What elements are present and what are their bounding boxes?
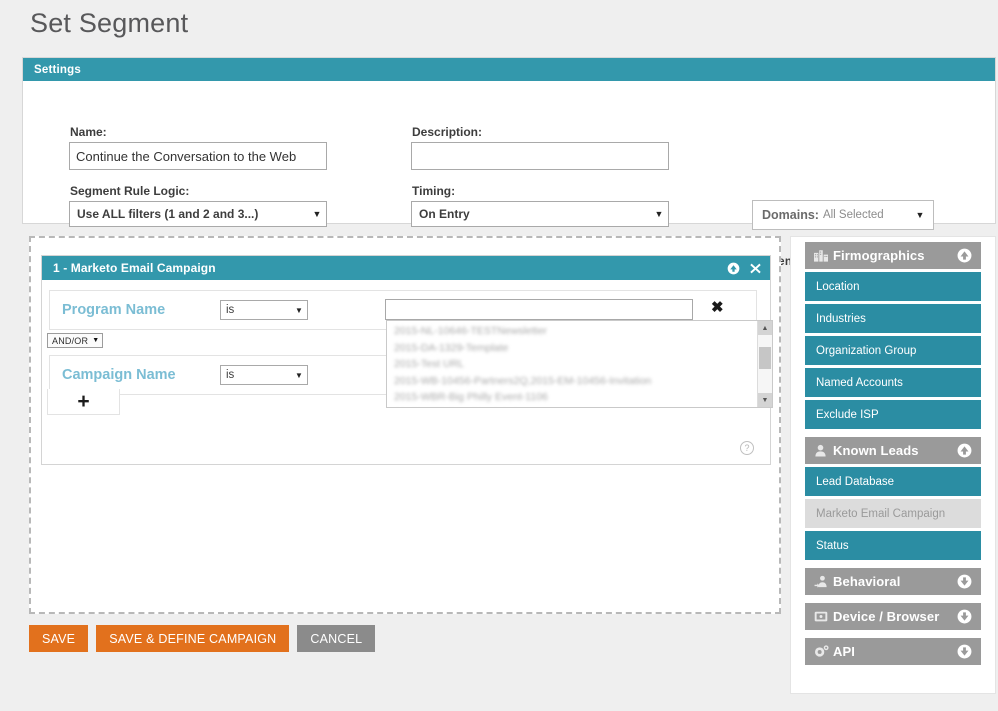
sidebar-section-api[interactable]: API — [805, 638, 981, 665]
rule-attribute-label[interactable]: Campaign Name — [50, 367, 210, 383]
domains-value: All Selected — [819, 209, 907, 221]
sidebar-item-marketo-email-campaign: Marketo Email Campaign — [805, 499, 981, 528]
name-label: Name: — [70, 125, 107, 139]
sidebar-item-label: Lead Database — [816, 476, 894, 488]
scroll-down-icon[interactable]: ▼ — [758, 393, 772, 407]
filter-card-header: 1 - Marketo Email Campaign — [42, 256, 770, 280]
filter-category-sidebar: Firmographics Location Industries Organi… — [790, 236, 996, 694]
circle-up-arrow-icon[interactable] — [727, 262, 740, 275]
rule-operator-select[interactable]: is ▼ — [220, 365, 308, 385]
gear-icon — [814, 645, 833, 658]
list-item[interactable]: 2015-Test URL — [387, 356, 757, 373]
timing-select[interactable]: On Entry ▼ — [411, 201, 669, 227]
domains-select[interactable]: Domains: All Selected ▼ — [752, 200, 934, 230]
expand-down-icon[interactable] — [956, 609, 972, 624]
sidebar-item-label: Industries — [816, 313, 866, 325]
segment-rule-logic-value: Use ALL filters (1 and 2 and 3...) — [70, 207, 308, 221]
expand-down-icon[interactable] — [956, 644, 972, 659]
sidebar-item-lead-database[interactable]: Lead Database — [805, 467, 981, 496]
person-move-icon — [814, 575, 833, 588]
chevron-down-icon: ▼ — [291, 371, 307, 380]
set-segment-page: Set Segment Settings Name: Description: … — [0, 0, 998, 711]
list-item[interactable]: 2015-DA-1329-Template — [387, 340, 757, 357]
monitor-icon — [814, 610, 833, 623]
rule-value-input[interactable] — [385, 299, 693, 320]
sidebar-section-label: Firmographics — [833, 248, 956, 263]
sidebar-section-label: API — [833, 644, 956, 659]
person-icon — [814, 444, 833, 457]
help-circle-icon[interactable]: ? — [740, 441, 754, 455]
sidebar-section-firmographics[interactable]: Firmographics — [805, 242, 981, 269]
sidebar-item-label: Named Accounts — [816, 377, 903, 389]
description-textarea[interactable] — [411, 142, 669, 170]
scrollbar-thumb[interactable] — [759, 347, 771, 369]
rule-operator-select[interactable]: is ▼ — [220, 300, 308, 320]
andor-select[interactable]: AND/OR ▼ — [47, 333, 103, 348]
cancel-button[interactable]: CANCEL — [297, 625, 375, 652]
segment-rule-logic-label: Segment Rule Logic: — [70, 184, 189, 198]
sidebar-item-status[interactable]: Status — [805, 531, 981, 560]
sidebar-section-behavioral[interactable]: Behavioral — [805, 568, 981, 595]
close-icon[interactable] — [749, 262, 762, 275]
add-filter-button[interactable]: + — [47, 389, 120, 415]
autocomplete-scrollbar[interactable]: ▲ ▼ — [757, 321, 772, 407]
autocomplete-dropdown[interactable]: 2015-NL-10646-TESTNewsletter 2015-DA-132… — [386, 320, 773, 408]
chevron-down-icon: ▼ — [907, 211, 933, 220]
settings-panel: Settings Name: Description: Segment Rule… — [22, 57, 996, 224]
list-item[interactable]: 2015-WBR-Bus Check-in box — [387, 406, 757, 409]
sidebar-section-label: Device / Browser — [833, 609, 956, 624]
timing-label: Timing: — [412, 184, 455, 198]
chevron-down-icon: ▼ — [92, 337, 99, 344]
timing-value: On Entry — [412, 207, 650, 221]
sidebar-groups: Firmographics Location Industries Organi… — [805, 242, 981, 665]
sidebar-item-label: Exclude ISP — [816, 409, 879, 421]
clear-value-icon[interactable]: ✖ — [711, 300, 724, 315]
collapse-up-icon[interactable] — [956, 443, 972, 458]
page-title: Set Segment — [30, 8, 188, 39]
sidebar-item-organization-group[interactable]: Organization Group — [805, 336, 981, 365]
autocomplete-items: 2015-NL-10646-TESTNewsletter 2015-DA-132… — [387, 321, 757, 407]
name-input[interactable] — [69, 142, 327, 170]
segment-rule-logic-select[interactable]: Use ALL filters (1 and 2 and 3...) ▼ — [69, 201, 327, 227]
rule-attribute-label[interactable]: Program Name — [50, 302, 210, 318]
sidebar-section-label: Known Leads — [833, 443, 956, 458]
building-icon — [814, 249, 833, 262]
rule-operator-value: is — [221, 304, 291, 316]
description-label: Description: — [412, 125, 482, 139]
expand-down-icon[interactable] — [956, 574, 972, 589]
list-item[interactable]: 2015-WBR-Big Philly Event-1106 — [387, 389, 757, 406]
sidebar-item-label: Status — [816, 540, 849, 552]
sidebar-item-label: Organization Group — [816, 345, 916, 357]
list-item[interactable]: 2015-NL-10646-TESTNewsletter — [387, 323, 757, 340]
action-button-row: SAVE SAVE & DEFINE CAMPAIGN CANCEL — [29, 625, 375, 652]
sidebar-item-label: Location — [816, 281, 859, 293]
domains-label: Domains: — [753, 208, 819, 222]
save-define-campaign-button[interactable]: SAVE & DEFINE CAMPAIGN — [96, 625, 289, 652]
sidebar-item-named-accounts[interactable]: Named Accounts — [805, 368, 981, 397]
list-item[interactable]: 2015-WB-10456-Partners2Q,2015-EM-10456-I… — [387, 373, 757, 390]
chevron-down-icon: ▼ — [291, 306, 307, 315]
sidebar-section-label: Behavioral — [833, 574, 956, 589]
settings-body: Name: Description: Segment Rule Logic: U… — [23, 81, 995, 224]
settings-header-label: Settings — [34, 64, 81, 76]
chevron-down-icon: ▼ — [650, 210, 668, 219]
sidebar-item-label: Marketo Email Campaign — [816, 508, 945, 520]
sidebar-section-known-leads[interactable]: Known Leads — [805, 437, 981, 464]
save-button[interactable]: SAVE — [29, 625, 88, 652]
filter-card-title: 1 - Marketo Email Campaign — [53, 261, 718, 275]
andor-label: AND/OR — [52, 336, 88, 346]
sidebar-section-device-browser[interactable]: Device / Browser — [805, 603, 981, 630]
rule-operator-value: is — [221, 369, 291, 381]
collapse-up-icon[interactable] — [956, 248, 972, 263]
chevron-down-icon: ▼ — [308, 210, 326, 219]
scroll-up-icon[interactable]: ▲ — [758, 321, 772, 335]
settings-header: Settings — [23, 58, 995, 81]
sidebar-item-industries[interactable]: Industries — [805, 304, 981, 333]
sidebar-item-location[interactable]: Location — [805, 272, 981, 301]
sidebar-item-exclude-isp[interactable]: Exclude ISP — [805, 400, 981, 429]
